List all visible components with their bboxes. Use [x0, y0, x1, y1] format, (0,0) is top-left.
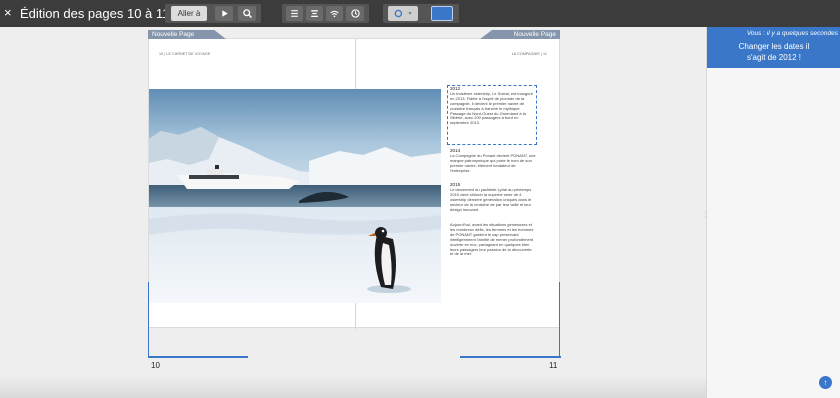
left-page-header: 10 | LE CARNET DE VOYAGE: [159, 52, 211, 56]
navigation-toolbar: Aller à: [165, 4, 261, 23]
zoom-icon: [242, 9, 252, 18]
left-page-edge: [148, 282, 149, 357]
text-block-2014[interactable]: 2014 La Compagnie du Ponant devient PONA…: [450, 148, 536, 174]
help-icon: ↑: [823, 378, 828, 387]
comment-line-1: Changer les dates il: [738, 42, 810, 51]
goto-button[interactable]: Aller à: [171, 6, 207, 21]
paragraph: Aujourd'hui, avant les situations génies…: [450, 222, 534, 257]
history-icon: [350, 9, 360, 18]
chevron-down-icon: ▾: [408, 11, 412, 17]
layout-toolbar: [282, 4, 369, 23]
right-page-bottom-edge: [460, 356, 561, 358]
close-button[interactable]: ×: [4, 6, 16, 20]
color-wheel-icon: [395, 9, 403, 18]
right-page-number: 11: [549, 361, 558, 370]
zoom-button[interactable]: [238, 6, 256, 21]
comment-card[interactable]: Vous : il y a quelques secondes Changer …: [707, 27, 840, 68]
play-button[interactable]: [215, 6, 233, 21]
left-page-tab[interactable]: Nouvelle Page: [148, 30, 226, 39]
help-button[interactable]: ↑: [819, 376, 832, 389]
align-icon: [291, 10, 298, 17]
left-page-number: 10: [151, 361, 160, 370]
left-page-bottom-edge: [148, 356, 248, 358]
wifi-icon: [330, 10, 339, 18]
paragraph: La Compagnie du Ponant devient PONANT, u…: [450, 152, 536, 173]
style-toolbar: ▾: [383, 4, 459, 23]
top-bar: × Édition des pages 10 à 11 Aller à ▾: [0, 0, 840, 27]
color-dropdown[interactable]: ▾: [388, 6, 418, 21]
comment-timestamp: Vous : il y a quelques secondes: [746, 30, 838, 37]
distribute-button[interactable]: [306, 6, 323, 21]
wifi-button[interactable]: [326, 6, 343, 21]
book-spread: Nouvelle Page Nouvelle Page 10 | LE CARN…: [148, 30, 560, 329]
paragraph: Un troisième ostership, Le Soleal, est i…: [450, 90, 533, 126]
color-swatch-button[interactable]: [431, 6, 453, 21]
comment-message: Changer les dates il s'agit de 2012 !: [707, 41, 840, 63]
text-block-today[interactable]: Aujourd'hui, avant les situations génies…: [450, 222, 536, 257]
text-block-2012[interactable]: 2012 Un troisième ostership, Le Soleal, …: [450, 86, 536, 126]
right-page-header: LA COMPAGNIE | 11: [511, 52, 547, 56]
paragraph: Le lancement du yachtiste Lyrial au prin…: [450, 186, 532, 212]
right-page-edge: [559, 282, 560, 357]
align-button[interactable]: [286, 6, 303, 21]
comments-panel: Vous : il y a quelques secondes Changer …: [706, 27, 840, 398]
stage-footer-shade: [0, 376, 706, 398]
history-button[interactable]: [346, 6, 364, 21]
play-icon: [221, 10, 228, 17]
photo-image: [149, 89, 441, 303]
distribute-icon: [311, 10, 318, 18]
right-page-tab[interactable]: Nouvelle Page: [480, 30, 560, 39]
comment-line-2: s'agit de 2012 !: [746, 53, 801, 62]
penguin-cruise-photo[interactable]: [149, 89, 441, 303]
page-title: Édition des pages 10 à 11: [20, 6, 170, 21]
text-block-2015[interactable]: 2015 Le lancement du yachtiste Lyrial au…: [450, 182, 536, 212]
